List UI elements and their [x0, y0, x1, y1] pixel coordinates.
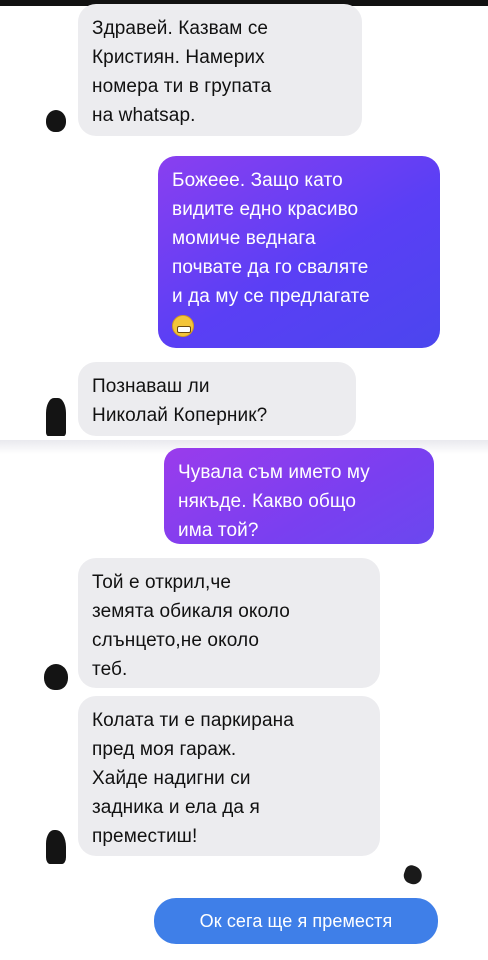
message-line: видите едно красиво [172, 199, 359, 220]
message-line: Божеее. Защо като [172, 170, 343, 191]
message-line: земята обикаля около [92, 601, 290, 622]
incoming-message[interactable]: Здравей. Казвам се Кристиян. Намерих ном… [78, 4, 362, 136]
message-line: преместиш! [92, 826, 198, 847]
message-line: на whatsap. [92, 105, 196, 126]
message-line: има той? [178, 520, 259, 541]
message-line: задника и ела да я [92, 797, 260, 818]
message-line: Хайде надигни си [92, 768, 251, 789]
message-line: Той е открил,че [92, 572, 232, 593]
grimacing-face-emoji-icon [172, 315, 194, 337]
sender-avatar[interactable] [46, 830, 66, 864]
incoming-message[interactable]: Той е открил,че земята обикаля около слъ… [78, 558, 380, 688]
message-line: момиче веднага [172, 228, 316, 249]
incoming-message[interactable]: Колата ти е паркирана пред моя гараж. Ха… [78, 696, 380, 856]
message-line: и да му се предлагате [172, 286, 370, 307]
sender-avatar[interactable] [46, 110, 66, 132]
incoming-message[interactable]: Познаваш ли Николай Коперник? [78, 362, 356, 436]
message-line: някъде. Какво общо [178, 491, 357, 512]
message-line: пред моя гараж. [92, 739, 237, 760]
message-line: Николай Коперник? [92, 405, 268, 426]
sender-avatar[interactable] [44, 664, 68, 690]
message-line: теб. [92, 659, 128, 680]
message-line: Чувала съм името му [178, 462, 370, 483]
read-receipt-icon [401, 863, 425, 887]
message-line: Здравей. Казвам се [92, 18, 269, 39]
outgoing-message[interactable]: Ок сега ще я преместя [154, 898, 438, 944]
message-line: Колата ти е паркирана [92, 710, 294, 731]
message-line: Ок сега ще я преместя [199, 911, 393, 931]
sender-avatar[interactable] [46, 398, 66, 436]
message-line: Познаваш ли [92, 376, 210, 397]
outgoing-message[interactable]: Божеее. Защо като видите едно красиво мо… [158, 156, 440, 348]
message-line: слънцето,не около [92, 630, 260, 651]
message-line: Кристиян. Намерих [92, 47, 265, 68]
message-line: номера ти в групата [92, 76, 272, 97]
message-line: почвате да го сваляте [172, 257, 369, 278]
outgoing-message[interactable]: Чувала съм името му някъде. Какво общо и… [164, 448, 434, 544]
